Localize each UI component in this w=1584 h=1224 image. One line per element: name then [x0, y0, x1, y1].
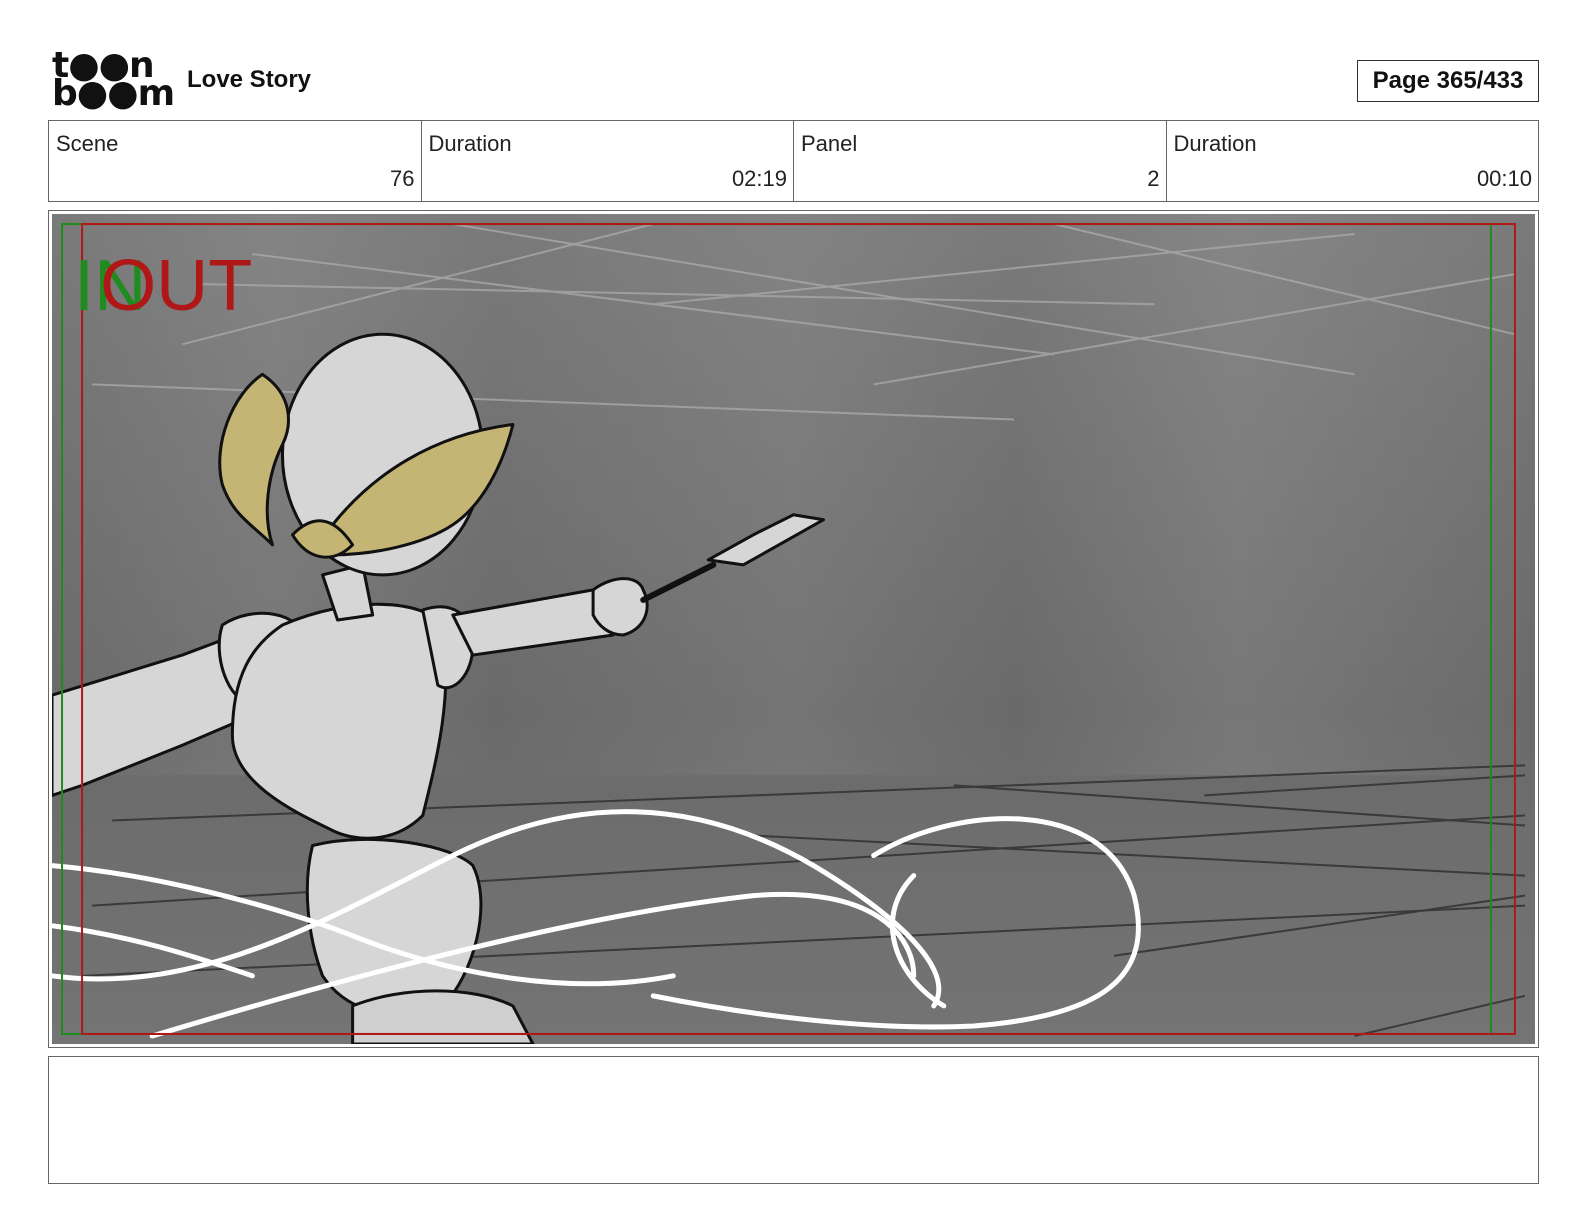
scene-info-table: Scene 76 Duration 02:19 Panel 2 Duration…	[48, 120, 1539, 202]
panel-cell: Panel 2	[794, 121, 1167, 201]
storyboard-panel-frame: IN OUT	[48, 210, 1539, 1048]
scene-duration-cell: Duration 02:19	[422, 121, 794, 201]
glove	[591, 577, 649, 637]
scene-duration-value: 02:19	[731, 166, 787, 191]
panel-duration-label: Duration	[1173, 131, 1257, 156]
scene-value: 76	[390, 166, 415, 191]
scene-duration-label: Duration	[428, 131, 512, 156]
panel-notes-box	[48, 1056, 1539, 1184]
scene-cell: Scene 76	[49, 121, 422, 201]
panel-value: 2	[1147, 166, 1160, 191]
panel-duration-value: 00:10	[1476, 166, 1532, 191]
page-number: Page 365/433	[1357, 60, 1539, 102]
logo-line-2: b●●m	[52, 73, 175, 114]
out-marker: OUT	[100, 246, 252, 326]
scene-label: Scene	[56, 131, 119, 156]
project-title: Love Story	[187, 66, 312, 93]
panel-duration-cell: Duration 00:10	[1167, 121, 1539, 201]
storyboard-panel-drawing: IN OUT	[52, 214, 1535, 1044]
panel-label: Panel	[801, 131, 858, 156]
toonboom-logo: t●●n b●●m	[52, 48, 175, 114]
